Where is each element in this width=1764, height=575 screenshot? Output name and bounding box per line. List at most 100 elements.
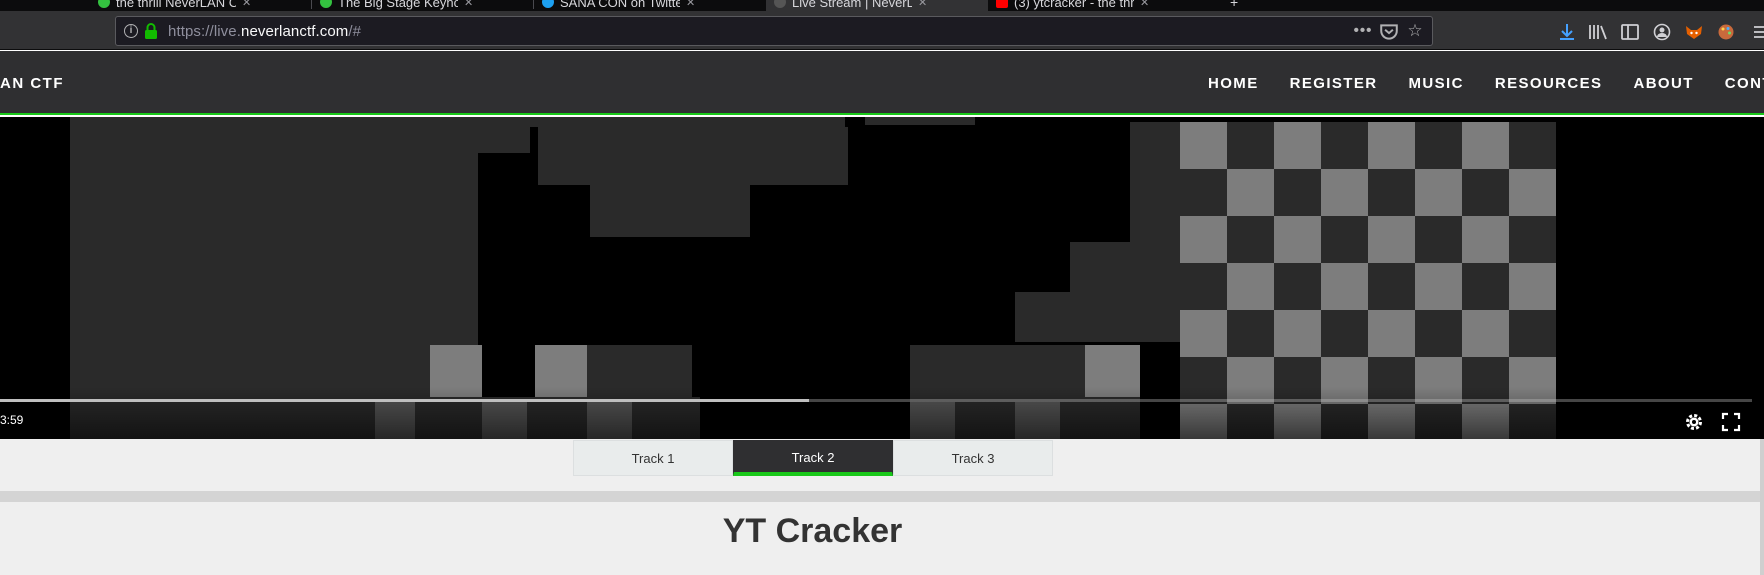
video-shape — [1130, 122, 1180, 242]
close-tab-icon[interactable]: ✕ — [242, 0, 251, 9]
checker-square — [1321, 216, 1368, 263]
track-tab-2[interactable]: Track 2 — [733, 440, 893, 476]
artist-title: YT Cracker — [722, 512, 903, 550]
checker-square — [1462, 169, 1509, 216]
library-icon[interactable] — [1587, 23, 1609, 41]
tab-title: SANA CON on Twitter — [560, 0, 680, 10]
pocket-icon[interactable] — [1379, 22, 1399, 42]
checker-square — [1321, 169, 1368, 216]
close-tab-icon[interactable]: ✕ — [686, 0, 695, 9]
video-shape — [1015, 292, 1180, 342]
fullscreen-icon[interactable] — [1721, 412, 1741, 432]
progress-bar[interactable] — [0, 399, 1752, 402]
extension-fox-icon[interactable] — [1683, 23, 1705, 41]
artist-section: YT Cracker — [0, 502, 1764, 575]
url-suffix: /# — [348, 23, 362, 40]
url-prefix: https://live. — [168, 23, 241, 40]
checker-square — [1509, 122, 1556, 169]
address-bar[interactable]: i https://live.neverlanctf.com/# ••• ☆ — [115, 16, 1433, 46]
checker-square — [1227, 216, 1274, 263]
track-selector-band: Track 1 Track 2 Track 3 — [0, 439, 1764, 491]
checker-square — [1509, 216, 1556, 263]
checker-square — [1509, 169, 1556, 216]
checker-square — [1274, 122, 1321, 169]
menu-icon[interactable] — [1752, 23, 1764, 41]
close-tab-icon[interactable]: ✕ — [918, 0, 927, 9]
sidebar-icon[interactable] — [1619, 23, 1641, 41]
url-text[interactable]: https://live.neverlanctf.com/# — [168, 23, 361, 40]
checker-square — [1368, 122, 1415, 169]
browser-tab-active[interactable]: Live Stream | NeverLAN ✕ — [766, 0, 988, 11]
nav-register[interactable]: REGISTER — [1290, 75, 1378, 92]
checker-square — [1274, 169, 1321, 216]
url-domain: neverlanctf.com — [241, 23, 349, 40]
checker-square — [1227, 169, 1274, 216]
checker-square — [1509, 263, 1556, 310]
tab-favicon-icon — [542, 0, 554, 8]
checker-square — [1180, 310, 1227, 357]
extension-palette-icon[interactable] — [1715, 23, 1737, 41]
checker-square — [1274, 310, 1321, 357]
tab-favicon-icon — [996, 0, 1008, 8]
new-tab-button[interactable]: + — [1222, 0, 1252, 11]
track-tab-3[interactable]: Track 3 — [893, 440, 1053, 476]
checker-square — [1415, 310, 1462, 357]
browser-tab[interactable]: the thrill NeverLAN CTF 2019 ✕ — [90, 0, 312, 11]
video-shape — [1070, 242, 1180, 292]
checker-square — [1180, 122, 1227, 169]
progress-fill — [0, 399, 810, 402]
nav-music[interactable]: MUSIC — [1409, 75, 1464, 92]
browser-tab[interactable]: SANA CON on Twitter ✕ — [534, 0, 766, 11]
tab-title: the thrill NeverLAN CTF 2019 — [116, 0, 236, 10]
tab-title: (3) ytcracker - the thrill — [1014, 0, 1134, 10]
video-shape — [538, 127, 848, 185]
section-divider — [0, 491, 1764, 502]
tab-favicon-icon — [320, 0, 332, 8]
checker-square — [1415, 216, 1462, 263]
navigation-toolbar: i https://live.neverlanctf.com/# ••• ☆ — [0, 11, 1764, 50]
page-scrollbar[interactable] — [1760, 439, 1764, 575]
video-shape — [590, 185, 750, 237]
track-tab-1[interactable]: Track 1 — [573, 440, 733, 476]
browser-tab[interactable]: The Big Stage Keynote ✕ — [312, 0, 534, 11]
video-shape — [478, 153, 530, 237]
page-actions-icon[interactable]: ••• — [1353, 21, 1373, 41]
checker-square — [1368, 310, 1415, 357]
checker-square — [1462, 263, 1509, 310]
site-brand[interactable]: AN CTF — [0, 75, 64, 92]
close-tab-icon[interactable]: ✕ — [1140, 0, 1149, 9]
nav-about[interactable]: ABOUT — [1633, 75, 1693, 92]
tab-title: The Big Stage Keynote — [338, 0, 458, 10]
account-icon[interactable] — [1651, 23, 1673, 41]
tab-title: Live Stream | NeverLAN — [792, 0, 912, 10]
checker-square — [1415, 122, 1462, 169]
close-tab-icon[interactable]: ✕ — [464, 0, 473, 9]
download-icon[interactable] — [1556, 23, 1578, 41]
checker-square — [1368, 169, 1415, 216]
checker-square — [1462, 310, 1509, 357]
checker-square — [1274, 216, 1321, 263]
checker-square — [1274, 263, 1321, 310]
lock-icon[interactable] — [144, 23, 158, 39]
checker-square — [1227, 310, 1274, 357]
checker-square — [1180, 263, 1227, 310]
checker-square — [1227, 263, 1274, 310]
nav-contact[interactable]: CONTACT — [1725, 75, 1764, 92]
plus-icon: + — [1230, 0, 1239, 10]
settings-gear-icon[interactable] — [1684, 412, 1704, 432]
checker-square — [1462, 122, 1509, 169]
checker-square — [1368, 216, 1415, 263]
checker-square — [1368, 263, 1415, 310]
nav-home[interactable]: HOME — [1208, 75, 1259, 92]
checker-square — [1180, 169, 1227, 216]
checker-square — [1415, 169, 1462, 216]
checker-square — [1415, 263, 1462, 310]
info-icon[interactable]: i — [124, 24, 138, 38]
nav-resources[interactable]: RESOURCES — [1495, 75, 1603, 92]
browser-tab[interactable]: (3) ytcracker - the thrill ✕ — [988, 0, 1210, 11]
video-player[interactable]: 3:59 — [0, 117, 1764, 439]
main-nav: HOME REGISTER MUSIC RESOURCES ABOUT CONT… — [1208, 75, 1764, 92]
checker-square — [1509, 310, 1556, 357]
bookmark-star-icon[interactable]: ☆ — [1405, 21, 1425, 41]
time-display: 3:59 — [0, 413, 24, 427]
